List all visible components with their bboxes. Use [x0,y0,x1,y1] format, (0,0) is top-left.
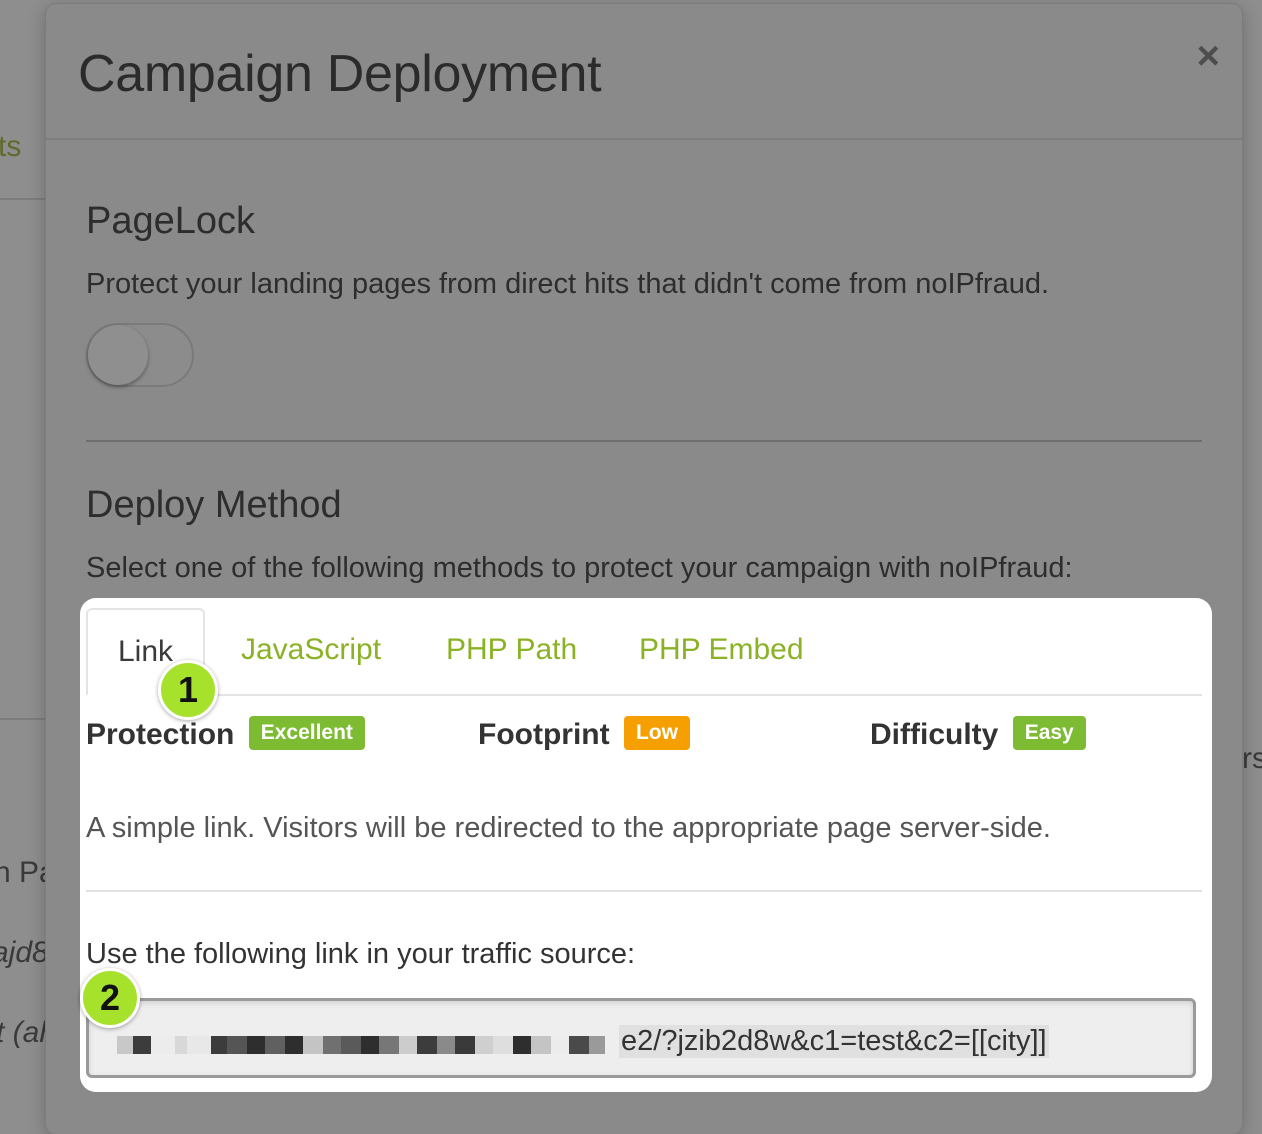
background-divider [0,718,46,720]
modal-title: Campaign Deployment [78,45,602,103]
panel-divider [86,890,1202,892]
callout-marker-1: 1 [158,660,218,720]
deploy-method-tabs: Link JavaScript PHP Path PHP Embed [86,608,1202,696]
link-label: Use the following link in your traffic s… [86,938,636,970]
footprint-metric: Footprint Low [478,716,690,753]
background-divider [0,198,46,200]
link-value: e2/?jzib2d8w&c1=test&c2=[[city]] [619,1025,1049,1058]
deploy-method-panel: Link JavaScript PHP Path PHP Embed Prote… [80,598,1212,1092]
deploy-method-heading: Deploy Method [86,484,342,526]
difficulty-badge: Easy [1012,716,1086,751]
background-text-fragment: ajd8 [0,936,49,969]
metric-label: Protection [86,718,235,751]
background-text-fragment: ts [0,130,22,163]
difficulty-metric: Difficulty Easy [870,716,1086,753]
modal-header: Campaign Deployment × [46,4,1242,140]
toggle-knob [88,325,148,385]
traffic-source-link-field[interactable]: e2/?jzib2d8w&c1=test&c2=[[city]] [86,998,1196,1078]
close-icon[interactable]: × [1197,34,1220,79]
redacted-link-prefix [117,1023,619,1059]
footprint-badge: Low [623,716,690,751]
pagelock-toggle[interactable] [86,323,194,387]
method-description: A simple link. Visitors will be redirect… [86,812,1051,844]
tab-php-embed[interactable]: PHP Embed [639,608,804,692]
deploy-method-description: Select one of the following methods to p… [86,552,1073,584]
callout-marker-2: 2 [80,968,140,1028]
tab-php-path[interactable]: PHP Path [446,608,577,692]
background-text-fragment: rs [1242,742,1262,775]
tab-javascript[interactable]: JavaScript [241,608,381,692]
section-divider [86,440,1202,442]
protection-metric: Protection Excellent [86,716,365,753]
pagelock-heading: PageLock [86,200,256,242]
protection-badge: Excellent [248,716,365,751]
metric-label: Difficulty [870,718,999,751]
pagelock-description: Protect your landing pages from direct h… [86,268,1050,300]
metric-label: Footprint [478,718,610,751]
